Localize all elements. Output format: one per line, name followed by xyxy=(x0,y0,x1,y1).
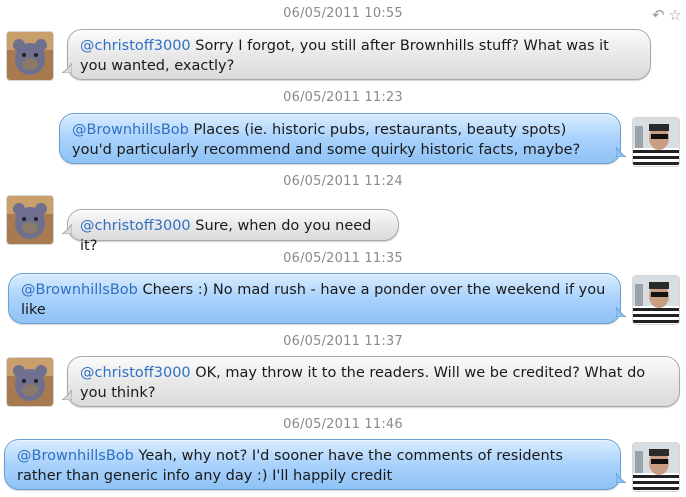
bubble-tail xyxy=(62,390,72,400)
timestamp: 06/05/2011 11:23 xyxy=(283,90,403,105)
mention-link[interactable]: @christoff3000 xyxy=(80,218,191,234)
message-bubble[interactable]: @BrownhillsBob Cheers :) No mad rush - h… xyxy=(8,273,626,324)
bubble-tail xyxy=(616,307,626,317)
mention-link[interactable]: @christoff3000 xyxy=(80,365,191,381)
message-thread: ↶ ☆ 06/05/2011 10:55 @christoff3000 Sorr… xyxy=(0,0,686,497)
bubble-tail xyxy=(616,473,626,483)
avatar-brownhillsbob[interactable] xyxy=(633,118,679,166)
timestamp: 06/05/2011 11:24 xyxy=(283,174,403,189)
message-bubble[interactable]: @BrownhillsBob Places (ie. historic pubs… xyxy=(59,113,626,164)
message-bubble[interactable]: @christoff3000 Sure, when do you need it… xyxy=(62,209,399,254)
mention-link[interactable]: @BrownhillsBob xyxy=(21,282,138,298)
mention-link[interactable]: @christoff3000 xyxy=(80,38,191,54)
avatar-christoff3000[interactable] xyxy=(7,32,53,80)
bubble-tail xyxy=(62,63,72,73)
bubble-tail xyxy=(616,147,626,157)
avatar-brownhillsbob[interactable] xyxy=(633,276,679,324)
message-bubble[interactable]: @christoff3000 Sorry I forgot, you still… xyxy=(62,29,651,80)
avatar-christoff3000[interactable] xyxy=(7,358,53,406)
message-bubble[interactable]: @christoff3000 OK, may throw it to the r… xyxy=(62,356,680,407)
timestamp: 06/05/2011 11:46 xyxy=(283,417,403,432)
avatar-brownhillsbob[interactable] xyxy=(633,443,679,491)
avatar-christoff3000[interactable] xyxy=(7,196,53,244)
mention-link[interactable]: @BrownhillsBob xyxy=(17,448,134,464)
timestamp: 06/05/2011 11:35 xyxy=(283,251,403,266)
message-bubble[interactable]: @BrownhillsBob Yeah, why not? I'd sooner… xyxy=(4,439,626,490)
mention-link[interactable]: @BrownhillsBob xyxy=(72,122,189,138)
timestamp: 06/05/2011 11:37 xyxy=(283,334,403,349)
timestamp: 06/05/2011 10:55 xyxy=(283,6,403,21)
bubble-tail xyxy=(62,224,72,234)
